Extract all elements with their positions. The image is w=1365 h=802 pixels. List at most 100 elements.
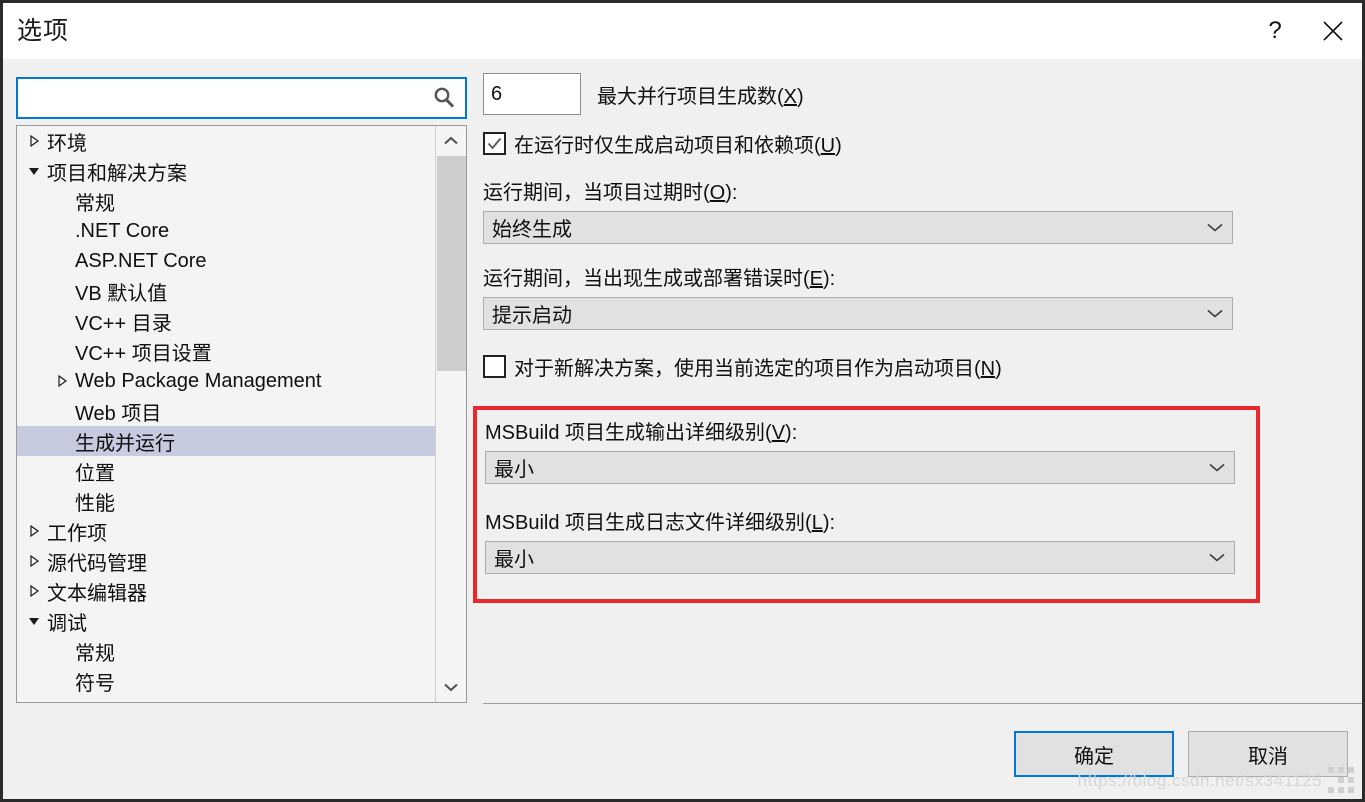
tree-item-label: VB 默认值: [75, 282, 168, 305]
ok-button[interactable]: 确定: [1014, 731, 1174, 777]
options-tree[interactable]: 环境项目和解决方案常规 .NET Core ASP.NET Core VB 默认值 VC…: [16, 125, 467, 703]
chevron-down-glyph: [1207, 309, 1223, 318]
tree-item-label: 生成并运行: [75, 432, 175, 455]
scrollbar-thumb[interactable]: [437, 156, 466, 371]
tree-item-label: 调试: [47, 612, 87, 635]
close-button[interactable]: [1304, 3, 1362, 59]
tree-item[interactable]: .NET Core: [17, 216, 435, 246]
tree-item-label: .NET Core: [75, 219, 170, 242]
tree-expander-collapsed[interactable]: [23, 554, 45, 568]
chevron-right-icon: [58, 374, 68, 388]
page-title: 选项: [17, 16, 70, 45]
tree-item-label: 常规: [75, 192, 115, 215]
chevron-down-glyph: [1209, 463, 1225, 472]
search-icon[interactable]: [423, 78, 465, 118]
msbuild-verbosity-group: MSBuild 项目生成输出详细级别(V): 最小 MSBuild 项目生成日志…: [485, 416, 1237, 574]
new-solution-startup-label: 对于新解决方案，使用当前选定的项目作为启动项目(N): [514, 358, 1002, 380]
chevron-down-icon: [1198, 222, 1232, 233]
tree-item-label: 文本编辑器: [47, 582, 147, 605]
tree-item-label: 源代码管理: [47, 552, 147, 575]
msbuild-log-verbosity-value: 最小: [494, 549, 534, 571]
chevron-down-filled-icon: [29, 618, 39, 625]
tree-item[interactable]: 性能: [17, 486, 435, 516]
search-box[interactable]: [16, 77, 467, 119]
tree-item-label: 性能: [75, 492, 115, 515]
tree-item[interactable]: Web Package Management: [17, 366, 435, 396]
tree-scroll-area[interactable]: 环境项目和解决方案常规 .NET Core ASP.NET Core VB 默认值 VC…: [17, 126, 435, 702]
tree-item[interactable]: 调试: [17, 606, 435, 636]
tree-item-label: VC++ 目录: [75, 312, 172, 335]
chevron-down-glyph: [1209, 553, 1225, 562]
msbuild-output-verbosity-label: MSBuild 项目生成输出详细级别(V):: [485, 422, 798, 444]
right-pane: 最大并行项目生成数(X) 在运行时仅生成启动项目和依赖项(U) 运行期间，当项目…: [483, 73, 1235, 381]
build-only-startup-checkbox[interactable]: 在运行时仅生成启动项目和依赖项(U): [483, 129, 1235, 158]
options-dialog: 选项 ? 环境项目和解决方案常规 .NET Core ASP.NET Core VB …: [0, 0, 1365, 802]
help-button[interactable]: ?: [1246, 3, 1304, 59]
scroll-down-button[interactable]: [436, 672, 466, 702]
tree-item[interactable]: 环境: [17, 126, 435, 156]
tree-item-label: 工作项: [47, 522, 107, 545]
tree-item[interactable]: 常规: [17, 636, 435, 666]
on-run-build-error-value: 提示启动: [492, 305, 572, 327]
chevron-down-glyph: [1207, 223, 1223, 232]
tree-item[interactable]: 生成并运行: [17, 426, 435, 456]
title-bar: 选项 ?: [3, 3, 1362, 59]
on-run-out-of-date-value: 始终生成: [492, 219, 572, 241]
chevron-down-icon: [444, 683, 458, 692]
max-parallel-builds-input[interactable]: [483, 73, 581, 115]
chevron-down-icon: [1200, 462, 1234, 473]
tree-item-label: 位置: [75, 462, 115, 485]
max-parallel-builds-row: 最大并行项目生成数(X): [483, 73, 1235, 115]
tree-expander-collapsed[interactable]: [23, 134, 45, 148]
on-run-build-error-dropdown[interactable]: 提示启动: [483, 297, 1233, 330]
tree-scrollbar[interactable]: [435, 126, 466, 702]
checkbox-box: [483, 355, 506, 378]
tree-item[interactable]: 项目和解决方案: [17, 156, 435, 186]
on-run-out-of-date-dropdown[interactable]: 始终生成: [483, 211, 1233, 244]
chevron-right-icon: [30, 134, 40, 148]
tree-item[interactable]: Web 项目: [17, 396, 435, 426]
msbuild-output-verbosity-value: 最小: [494, 459, 534, 481]
msbuild-log-verbosity-label: MSBuild 项目生成日志文件详细级别(L):: [485, 512, 836, 534]
chevron-down-icon: [1198, 308, 1232, 319]
tree-item[interactable]: VB 默认值: [17, 276, 435, 306]
search-input[interactable]: [18, 79, 423, 117]
dialog-footer: 确定 取消: [1014, 731, 1348, 777]
question-mark-icon: ?: [1268, 17, 1282, 44]
tree-item[interactable]: VC++ 目录: [17, 306, 435, 336]
tree-item[interactable]: 常规: [17, 186, 435, 216]
tree-item[interactable]: 符号: [17, 666, 435, 696]
chevron-right-icon: [30, 524, 40, 538]
tree-expander-expanded[interactable]: [23, 164, 45, 178]
build-only-startup-label: 在运行时仅生成启动项目和依赖项(U): [514, 135, 842, 157]
tree-item-label: 项目和解决方案: [47, 162, 187, 185]
tree-expander-collapsed[interactable]: [23, 584, 45, 598]
tree-item-label: ASP.NET Core: [75, 249, 207, 272]
tree-item[interactable]: ASP.NET Core: [17, 246, 435, 276]
magnifier-glyph: [434, 87, 455, 108]
tree-item[interactable]: VC++ 项目设置: [17, 336, 435, 366]
chevron-right-icon: [30, 554, 40, 568]
scroll-up-button[interactable]: [436, 126, 466, 156]
tree-item[interactable]: 工作项: [17, 516, 435, 546]
tree-item[interactable]: 源代码管理: [17, 546, 435, 576]
tree-item-label: 环境: [47, 132, 87, 155]
on-run-build-error-label: 运行期间，当出现生成或部署错误时(E):: [483, 268, 836, 290]
chevron-down-filled-icon: [29, 168, 39, 175]
tree-item-label: VC++ 项目设置: [75, 342, 212, 365]
tree-item[interactable]: 文本编辑器: [17, 576, 435, 606]
tree-expander-expanded[interactable]: [23, 614, 45, 628]
new-solution-startup-checkbox[interactable]: 对于新解决方案，使用当前选定的项目作为启动项目(N): [483, 352, 1235, 381]
msbuild-output-verbosity-dropdown[interactable]: 最小: [485, 451, 1235, 484]
chevron-right-icon: [30, 584, 40, 598]
msbuild-log-verbosity-dropdown[interactable]: 最小: [485, 541, 1235, 574]
cancel-button[interactable]: 取消: [1188, 731, 1348, 777]
tree-item-label: 常规: [75, 642, 115, 665]
footer-separator: [483, 703, 1362, 704]
tree-item[interactable]: 位置: [17, 456, 435, 486]
chevron-down-icon: [1200, 552, 1234, 563]
checkmark-icon: [487, 137, 502, 150]
tree-expander-collapsed[interactable]: [23, 524, 45, 538]
tree-expander-collapsed[interactable]: [51, 374, 73, 388]
chevron-up-icon: [444, 136, 458, 145]
